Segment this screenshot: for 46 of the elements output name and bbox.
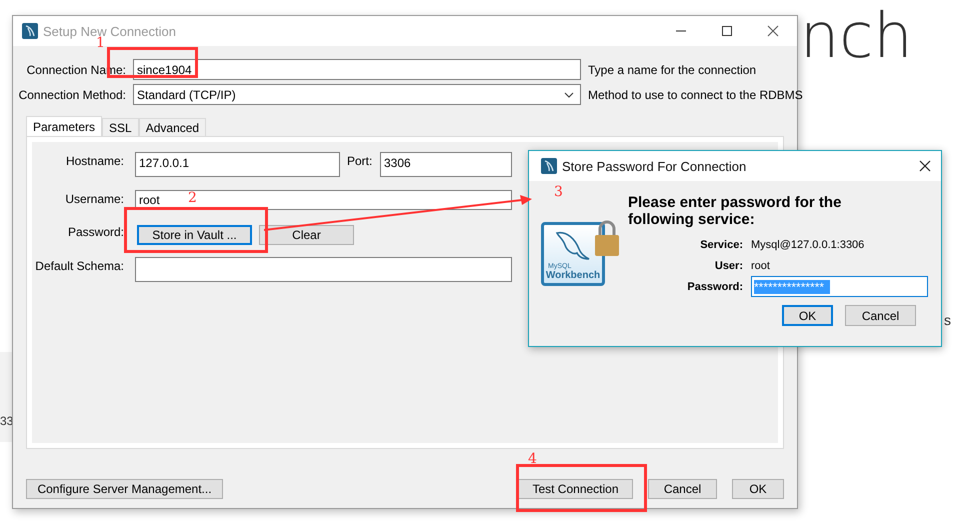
dialog-button[interactable]: Cancel [845,305,916,326]
window-title: Store Password For Connection [562,158,746,174]
field-label: Password: [66,224,124,241]
field-value: root [751,260,771,272]
chevron-down-icon [564,92,574,98]
footer-button[interactable]: Cancel [648,479,717,499]
dialog-button[interactable]: OK [782,305,833,326]
field-label: Hostname: [64,153,124,170]
field-label: User: [714,260,743,272]
padlock-icon [594,219,620,257]
tab[interactable]: SSL [102,118,139,136]
annotation-number: 2 [188,191,197,205]
background-heading: nch [800,0,913,74]
field-label: Port: [347,153,374,170]
hint-text: Type a name for the connection [588,62,758,76]
dialog-heading: Please enter password for the following service: [628,194,842,228]
dolphin-icon [22,23,38,39]
field-label: Default Schema: [34,258,124,275]
input-field[interactable] [135,257,512,282]
tab[interactable]: Advanced [138,118,206,136]
footer-button[interactable]: Test Connection [518,479,633,499]
field-label: Username: [64,191,124,208]
password-text: *************** [754,280,830,294]
store-in-vault-button[interactable]: Store in Vault ... [137,225,252,245]
close-icon[interactable] [767,25,779,37]
clear-button[interactable]: Clear [259,225,354,245]
footer-button[interactable]: OK [732,479,784,499]
field-label: Password: [686,280,743,292]
logo-text: Workbench [546,270,600,281]
field-label: Service: [699,238,743,250]
input-field[interactable]: 127.0.0.1 [135,152,340,177]
annotation-number: 4 [528,452,537,466]
field-value: Mysql@127.0.0.1:3306 [751,238,866,250]
maximize-icon[interactable] [721,25,733,37]
close-icon[interactable] [919,160,931,172]
dropdown[interactable]: Standard (TCP/IP) [133,84,581,105]
dolphin-icon [541,158,557,174]
configure-button[interactable]: Configure Server Management... [26,479,223,499]
tab[interactable]: Parameters [26,116,102,136]
annotation-number: 1 [96,36,105,50]
hint-text: Method to use to connect to the RDBMS [588,88,803,102]
field-label: Connection Method: [18,88,126,102]
background-text: s [944,312,951,328]
input-field[interactable]: since1904 [133,59,581,80]
annotation-number: 3 [554,185,563,199]
input-field[interactable]: 3306 [380,152,512,177]
